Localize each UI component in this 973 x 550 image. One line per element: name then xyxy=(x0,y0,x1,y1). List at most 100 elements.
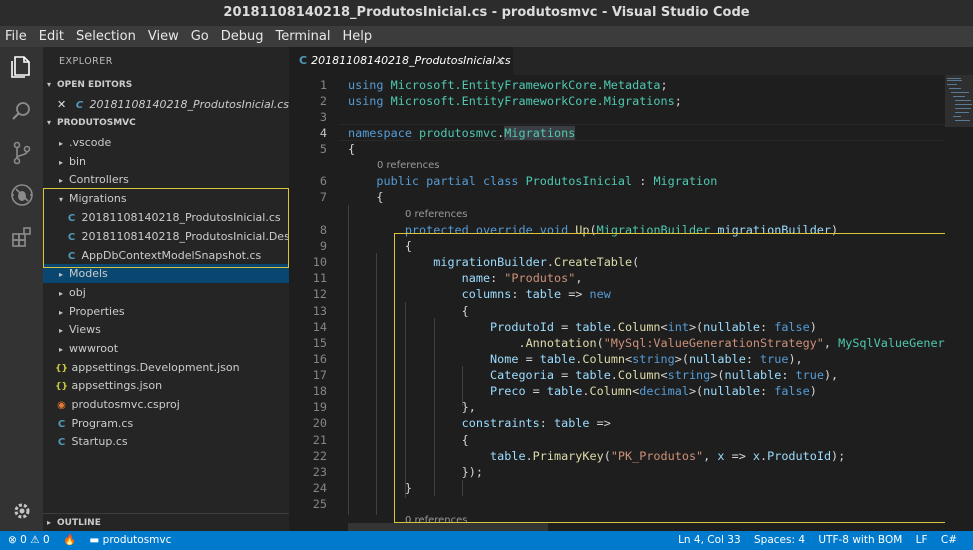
indentation[interactable]: Spaces: 4 xyxy=(754,534,805,546)
tree-item-vscode[interactable]: ▸ .vscode xyxy=(43,133,289,152)
tree-item-properties[interactable]: ▸ Properties xyxy=(43,302,289,321)
code-editor[interactable]: 1 2 3 4 5 6 7 8 9 10 11 12 13 14 15 16 1… xyxy=(289,75,959,531)
omnisharp-flame-icon[interactable]: 🔥 xyxy=(63,534,76,546)
chevron-right-icon: ▸ xyxy=(59,139,64,148)
line-number: 14 xyxy=(312,320,327,334)
menu-edit[interactable]: Edit xyxy=(33,26,70,47)
settings-gear-icon[interactable] xyxy=(0,491,43,531)
chevron-right-icon: ▸ xyxy=(59,289,64,298)
tree-item-wwwroot[interactable]: ▸ wwwroot xyxy=(43,339,289,358)
tree-item-label: wwwroot xyxy=(69,342,119,355)
warning-icon: ⚠ xyxy=(30,534,40,546)
close-icon[interactable]: ✕ xyxy=(496,47,505,75)
line-number: 4 xyxy=(319,126,327,140)
cursor-position[interactable]: Ln 4, Col 33 xyxy=(678,534,741,546)
line-number: 13 xyxy=(312,304,327,318)
line-number: 18 xyxy=(312,384,327,398)
menu-terminal[interactable]: Terminal xyxy=(270,26,337,47)
menu-go[interactable]: Go xyxy=(185,26,215,47)
menu-file[interactable]: File xyxy=(0,26,33,47)
open-editors-section[interactable]: ▾ OPEN EDITORS xyxy=(43,76,289,94)
tree-item-program[interactable]: C Program.cs xyxy=(43,414,289,433)
menu-bar: File Edit Selection View Go Debug Terminal Help xyxy=(0,26,973,47)
chevron-right-icon: ▸ xyxy=(47,518,52,527)
tree-item-label: appsettings.json xyxy=(71,379,163,392)
tree-item-controllers[interactable]: ▸ Controllers xyxy=(43,170,289,189)
tree-item-label: appsettings.Development.json xyxy=(71,361,240,374)
line-number: 20 xyxy=(312,416,327,430)
files-icon[interactable] xyxy=(0,47,43,87)
tree-item-label: Controllers xyxy=(69,173,129,186)
menu-help[interactable]: Help xyxy=(336,26,378,47)
rss-file-icon: ◉ xyxy=(57,400,66,411)
menu-view[interactable]: View xyxy=(142,26,185,47)
tree-item-appsettings[interactable]: {} appsettings.json xyxy=(43,376,289,395)
code-line: namespace produtosmvc.Migrations xyxy=(348,126,576,140)
line-number: 8 xyxy=(319,223,327,237)
codelens-references[interactable]: 0 references xyxy=(405,208,468,222)
problems-indicator[interactable]: ⊗ 0 ⚠ 0 xyxy=(8,534,50,546)
folder-icon: ▬ xyxy=(89,534,100,546)
code-line: using Microsoft.EntityFrameworkCore.Meta… xyxy=(348,78,668,92)
tree-item-label: Program.cs xyxy=(71,417,134,430)
tree-item-label: Views xyxy=(69,323,101,336)
line-number: 15 xyxy=(312,336,327,350)
line-number: 6 xyxy=(319,174,327,188)
chevron-down-icon: ▾ xyxy=(47,80,52,89)
minimap[interactable] xyxy=(945,75,973,531)
menu-selection[interactable]: Selection xyxy=(70,26,142,47)
line-number: 19 xyxy=(312,400,327,414)
open-editor-item[interactable]: ✕ C 20181108140218_ProdutosInicial.cs ... xyxy=(43,95,289,114)
extensions-icon[interactable] xyxy=(0,217,43,257)
tree-item-obj[interactable]: ▸ obj xyxy=(43,283,289,302)
tree-item-label: bin xyxy=(69,155,87,168)
source-control-icon[interactable] xyxy=(0,133,43,173)
line-number: 17 xyxy=(312,368,327,382)
codelens-references[interactable]: 0 references xyxy=(377,159,440,173)
encoding[interactable]: UTF-8 with BOM xyxy=(818,534,902,546)
language-mode[interactable]: C# xyxy=(941,534,957,546)
chevron-right-icon: ▸ xyxy=(59,345,64,354)
tree-item-bin[interactable]: ▸ bin xyxy=(43,152,289,171)
code-line: { xyxy=(348,142,356,156)
project-selector[interactable]: ▬ produtosmvc xyxy=(89,534,171,546)
code-line: { xyxy=(348,190,384,204)
csharp-file-icon: C xyxy=(75,100,84,111)
line-number: 11 xyxy=(312,271,327,285)
tree-item-views[interactable]: ▸ Views xyxy=(43,320,289,339)
tree-item-label: Properties xyxy=(69,305,125,318)
activity-bar xyxy=(0,47,43,531)
code-line: using Microsoft.EntityFrameworkCore.Migr… xyxy=(348,94,682,108)
tree-item-label: Startup.cs xyxy=(71,435,128,448)
close-icon[interactable]: ✕ xyxy=(57,95,73,114)
open-editors-label: OPEN EDITORS xyxy=(57,80,133,90)
project-section[interactable]: ▾ PRODUTOSMVC xyxy=(43,114,289,132)
chevron-right-icon: ▸ xyxy=(59,308,64,317)
tree-item-label: Models xyxy=(69,267,108,280)
tree-item-csproj[interactable]: ◉ produtosmvc.csproj xyxy=(43,395,289,414)
line-number: 5 xyxy=(319,142,327,156)
editor-tab[interactable]: C 20181108140218_ProdutosInicial.cs ✕ xyxy=(289,47,513,75)
end-of-line[interactable]: LF xyxy=(916,534,928,546)
line-number: 2 xyxy=(319,94,327,108)
csharp-file-icon: C xyxy=(57,437,66,448)
horizontal-scrollbar[interactable] xyxy=(348,523,548,531)
line-number: 1 xyxy=(319,78,327,92)
outline-label: OUTLINE xyxy=(57,518,101,528)
line-number: 12 xyxy=(312,287,327,301)
tree-item-startup[interactable]: C Startup.cs xyxy=(43,432,289,451)
chevron-right-icon: ▸ xyxy=(59,158,64,167)
outline-section[interactable]: ▸ OUTLINE xyxy=(43,513,289,531)
tree-item-label: obj xyxy=(69,286,86,299)
explorer-title: EXPLORER xyxy=(59,56,113,67)
editor-area: C 20181108140218_ProdutosInicial.cs ✕ 1 2… xyxy=(289,47,973,531)
debug-icon[interactable] xyxy=(0,175,43,215)
code-line: public partial class ProdutosInicial : M… xyxy=(376,174,718,188)
chevron-down-icon: ▾ xyxy=(47,118,52,127)
tree-item-appsettings-dev[interactable]: {} appsettings.Development.json xyxy=(43,358,289,377)
search-icon[interactable] xyxy=(0,91,43,131)
tab-bar: C 20181108140218_ProdutosInicial.cs ✕ xyxy=(289,47,973,75)
menu-debug[interactable]: Debug xyxy=(215,26,270,47)
tree-item-label: .vscode xyxy=(69,136,112,149)
json-file-icon: {} xyxy=(55,364,68,374)
